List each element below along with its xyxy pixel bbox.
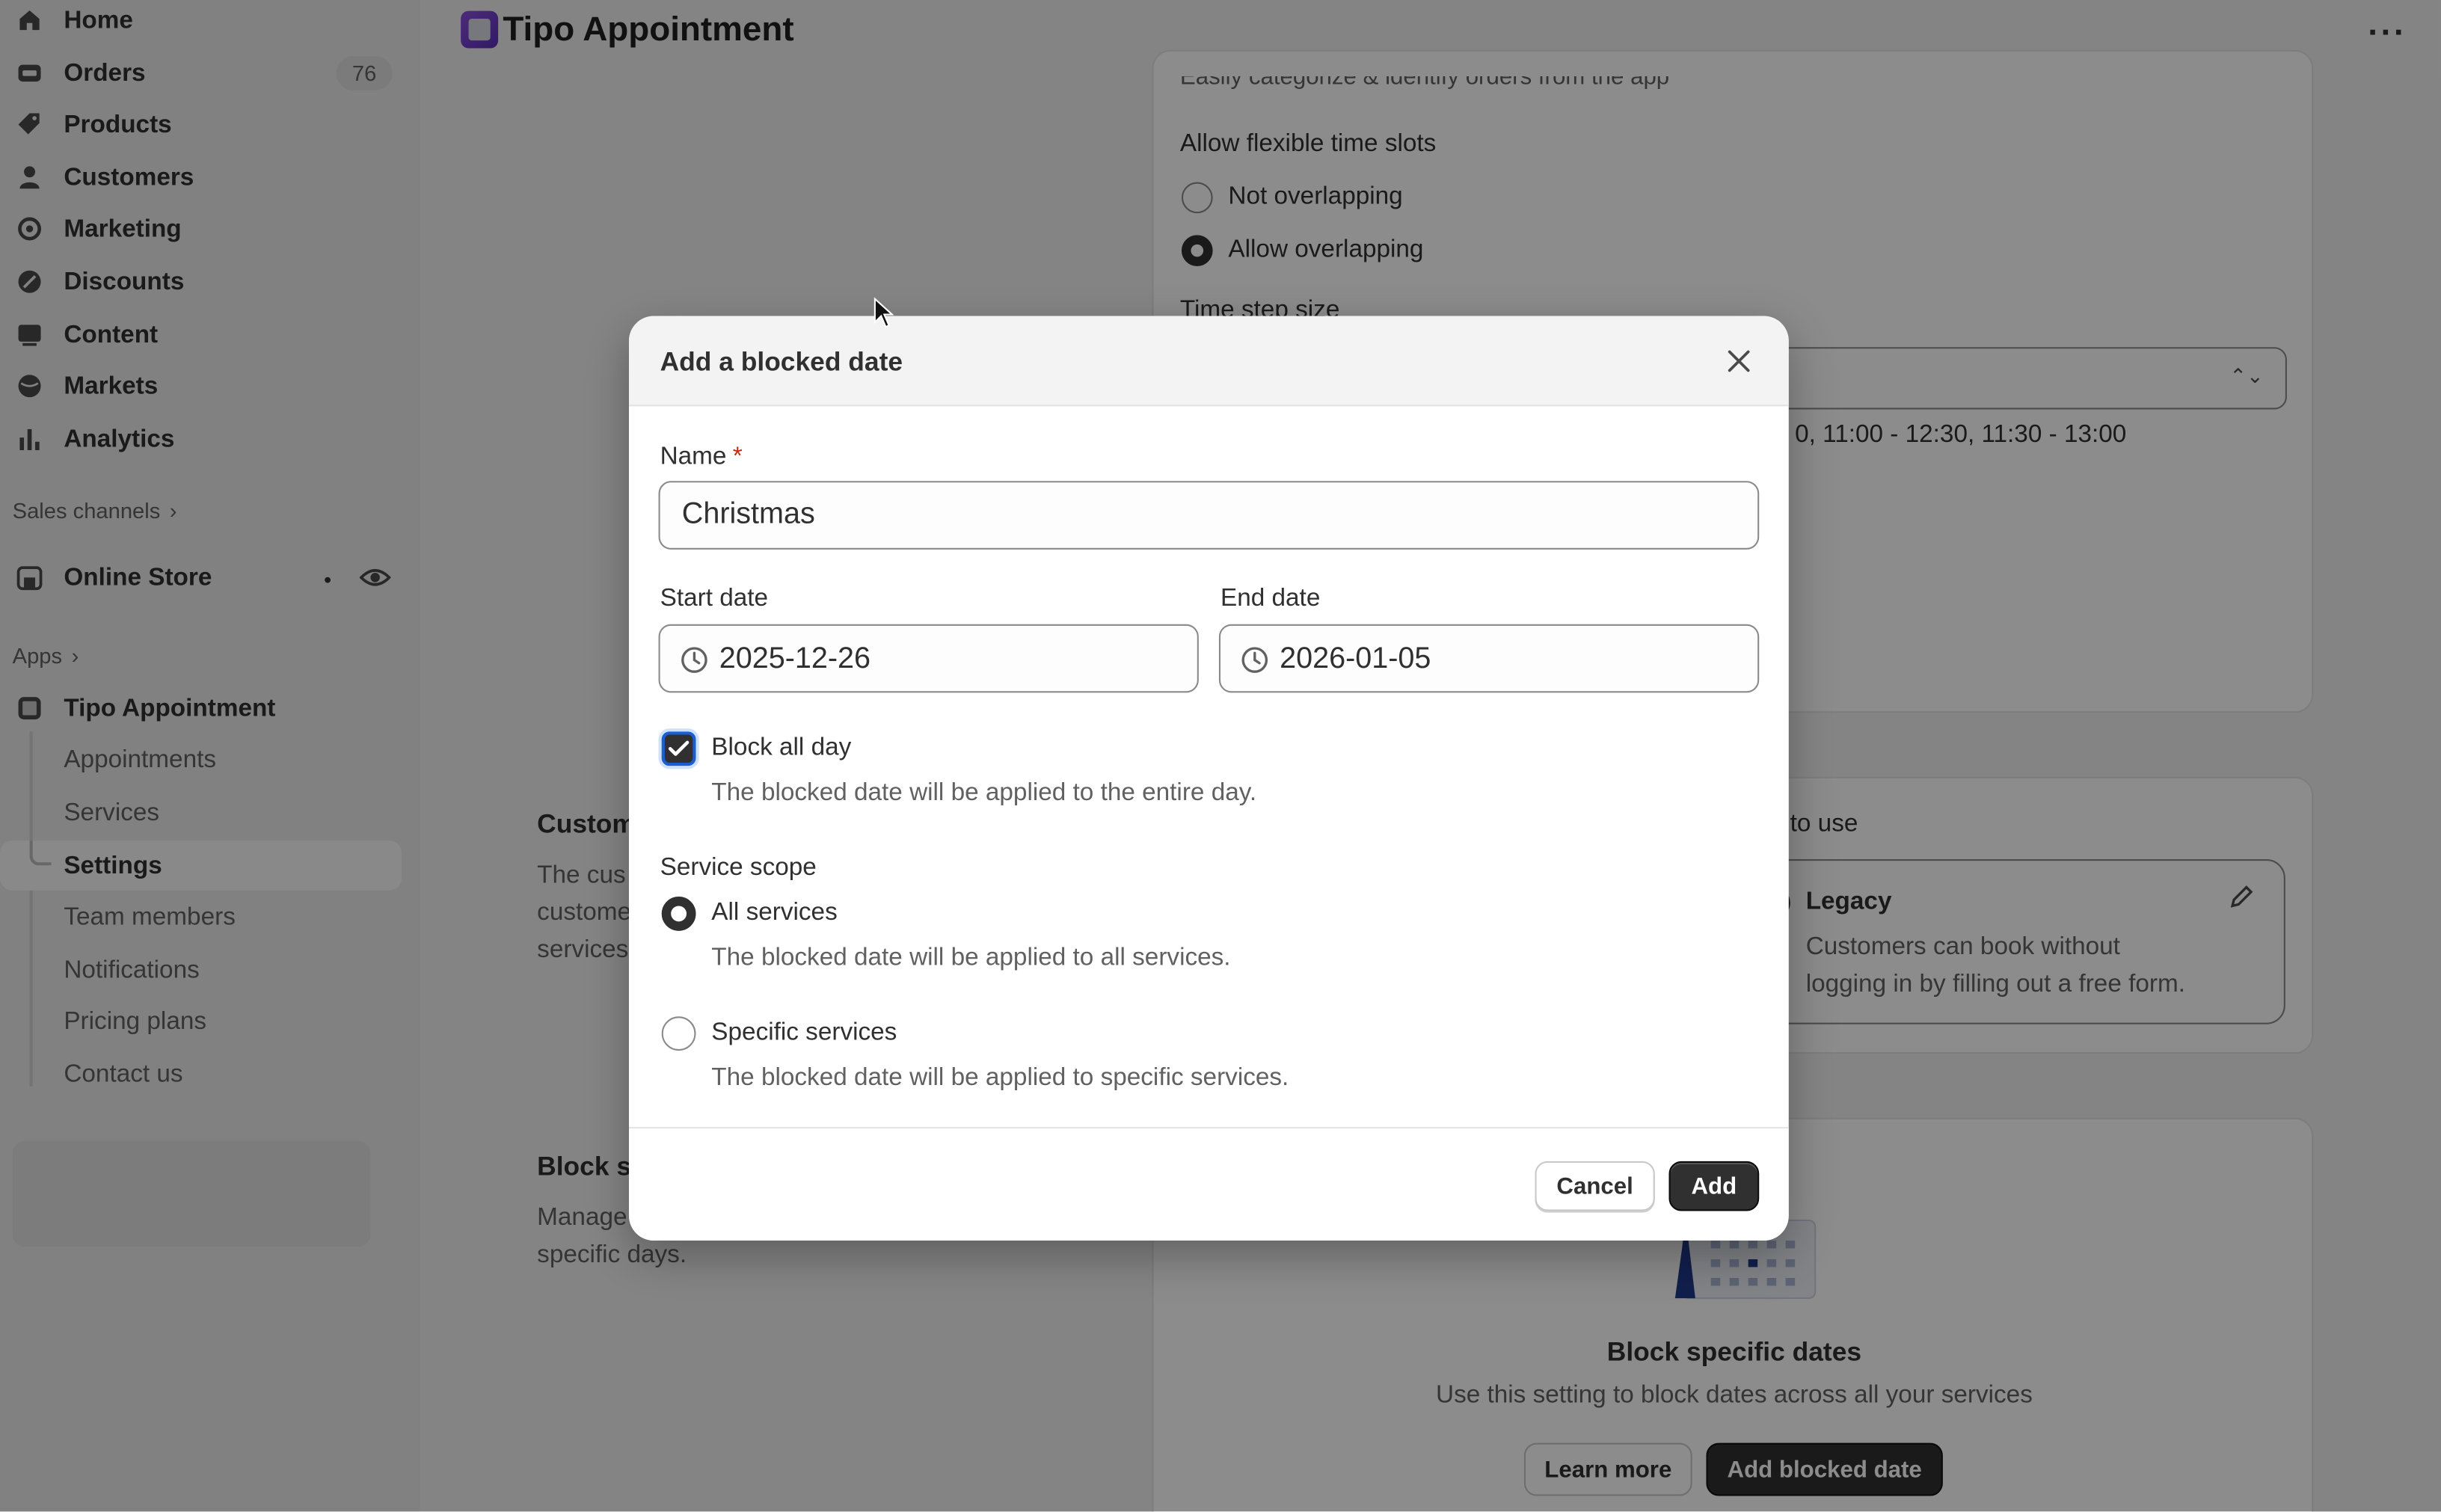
specific-services-help: The blocked date will be applied to spec… [711, 1064, 1289, 1092]
service-scope-label: Service scope [660, 854, 817, 882]
block-all-day-label[interactable]: Block all day [711, 735, 851, 763]
close-icon [1728, 350, 1750, 372]
clock-icon [1241, 647, 1268, 673]
required-mark: * [732, 443, 743, 470]
start-date-value: 2025-12-26 [719, 642, 871, 676]
close-button[interactable] [1720, 342, 1757, 380]
cancel-button[interactable]: Cancel [1535, 1161, 1655, 1211]
clock-icon [681, 647, 707, 673]
block-all-day-help: The blocked date will be applied to the … [711, 779, 1257, 807]
specific-services-label[interactable]: Specific services [711, 1019, 897, 1047]
end-date-input[interactable]: 2026-01-05 [1218, 624, 1760, 693]
name-label: Name * [660, 443, 743, 471]
block-all-day-checkbox[interactable] [661, 731, 696, 766]
end-date-label: End date [1220, 585, 1321, 612]
checkmark-icon [668, 740, 690, 756]
start-date-label: Start date [660, 585, 769, 612]
radio-all-services[interactable] [661, 897, 696, 931]
name-input[interactable] [658, 481, 1760, 550]
mouse-cursor-icon [873, 297, 894, 328]
modal-footer: Cancel Add [628, 1127, 1789, 1241]
start-date-input[interactable]: 2025-12-26 [658, 624, 1199, 693]
all-services-help: The blocked date will be applied to all … [711, 944, 1231, 971]
add-blocked-date-modal: Add a blocked date Name* Start date 2025… [628, 316, 1789, 1241]
modal-header: Add a blocked date [628, 316, 1789, 407]
modal-title: Add a blocked date [660, 347, 903, 377]
all-services-label[interactable]: All services [711, 900, 837, 927]
name-label-text: Name [660, 443, 727, 470]
add-button[interactable]: Add [1668, 1161, 1760, 1211]
end-date-value: 2026-01-05 [1280, 642, 1431, 676]
radio-specific-services[interactable] [661, 1016, 696, 1051]
